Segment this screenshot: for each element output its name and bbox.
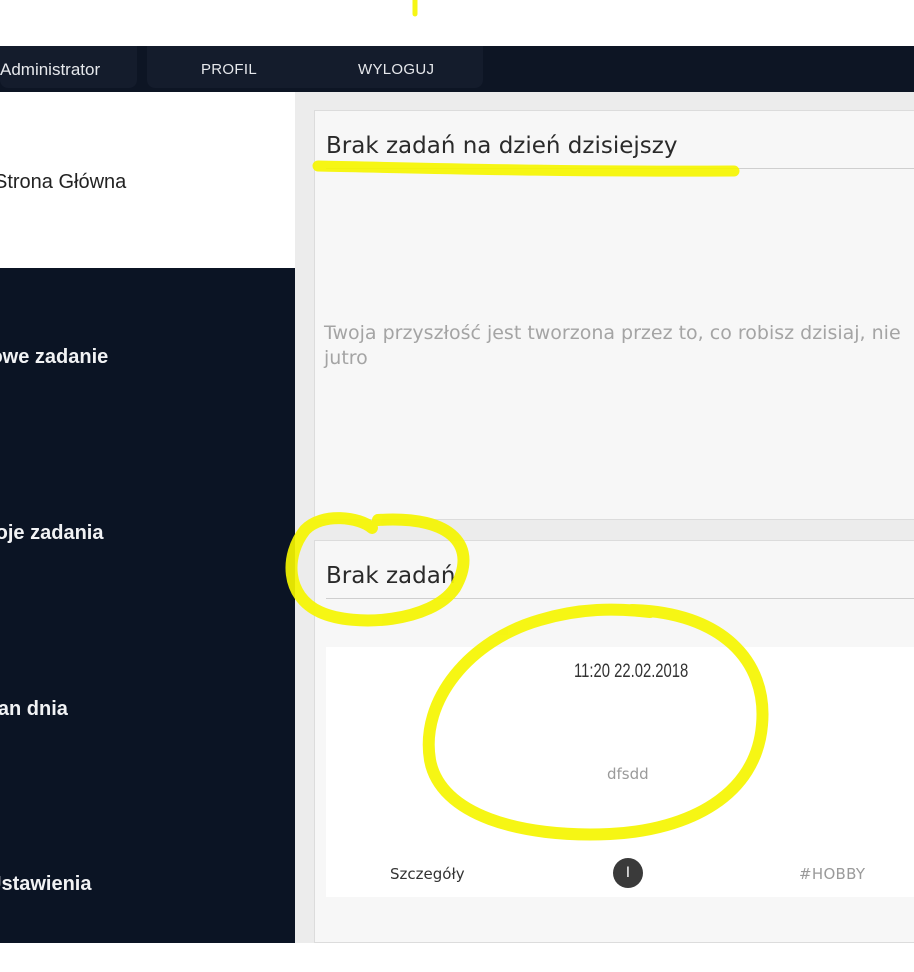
task-details-link[interactable]: Szczegóły [390, 865, 465, 883]
priority-badge: I [613, 858, 643, 888]
tasks-panel: Brak zadań 11:20 22.02.2018 dfsdd Szczeg… [314, 540, 914, 943]
divider [326, 168, 914, 169]
today-panel-title: Brak zadań na dzień dzisiejszy [326, 133, 678, 159]
sidebar-item-home[interactable]: Strona Główna [0, 92, 297, 268]
today-panel: Brak zadań na dzień dzisiejszy Twoja prz… [314, 110, 914, 520]
nav-links: PROFIL WYLOGUJ [147, 46, 483, 88]
top-navbar: Administrator PROFIL WYLOGUJ [0, 46, 914, 92]
sidebar-item-settings[interactable]: Ustawienia [0, 796, 295, 972]
motivational-quote: Twoja przyszłość jest tworzona przez to,… [324, 321, 914, 371]
task-description: dfsdd [607, 765, 649, 783]
logout-link[interactable]: WYLOGUJ [358, 61, 434, 78]
tasks-panel-title: Brak zadań [326, 563, 456, 589]
sidebar-item-label: Nowe zadanie [0, 346, 109, 368]
user-name[interactable]: Administrator [0, 60, 100, 80]
sidebar-item-label: Ustawienia [0, 873, 92, 895]
divider [326, 598, 914, 599]
sidebar-item-new-task[interactable]: Nowe zadanie [0, 268, 295, 444]
user-menu[interactable]: Administrator [0, 46, 137, 88]
task-card[interactable]: 11:20 22.02.2018 dfsdd Szczegóły I #HOBB… [326, 647, 914, 897]
sidebar-item-label: Plan dnia [0, 698, 68, 720]
quote-line: jutro [324, 347, 368, 369]
sidebar-item-day-plan[interactable]: Plan dnia [0, 620, 295, 796]
sidebar: Strona Główna Nowe zadanie Moje zadania … [0, 92, 297, 943]
quote-line: Twoja przyszłość jest tworzona przez to,… [324, 322, 901, 344]
sidebar-item-label: Strona Główna [0, 171, 127, 193]
sidebar-item-my-tasks[interactable]: Moje zadania [0, 444, 295, 620]
task-tag: #HOBBY [799, 865, 866, 883]
profile-link[interactable]: PROFIL [201, 61, 257, 78]
sidebar-item-label: Moje zadania [0, 522, 104, 544]
main-content: Brak zadań na dzień dzisiejszy Twoja prz… [295, 92, 914, 943]
task-time: 11:20 22.02.2018 [574, 661, 689, 682]
